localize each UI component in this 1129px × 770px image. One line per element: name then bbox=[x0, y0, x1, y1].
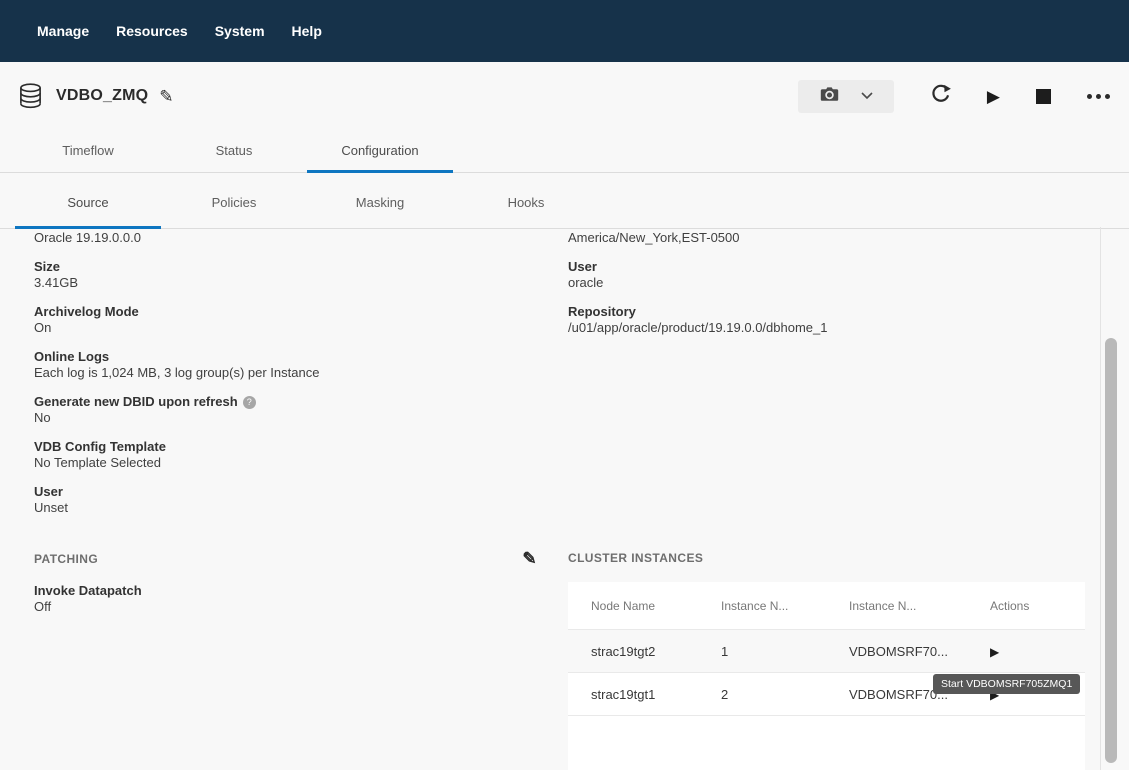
subtab-policies[interactable]: Policies bbox=[161, 173, 307, 228]
field-user-right: User oracle bbox=[568, 259, 1088, 291]
play-icon: ▶ bbox=[987, 88, 1000, 105]
field-generate-new-dbid: Generate new DBID upon refresh? No bbox=[34, 394, 534, 426]
field-label: User bbox=[568, 259, 1088, 275]
field-label: Online Logs bbox=[34, 349, 534, 365]
table-row: strac19tgt2 1 VDBOMSRF70... ▶ bbox=[568, 630, 1085, 673]
camera-icon bbox=[819, 85, 840, 107]
source-right-column: America/New_York,EST-0500 User oracle Re… bbox=[568, 230, 1088, 349]
patching-edit-pencil-icon[interactable]: ✎ bbox=[522, 550, 537, 567]
column-header-instance-number: Instance N... bbox=[721, 599, 849, 613]
cell-node-name: strac19tgt2 bbox=[568, 644, 721, 659]
header-actions: ▶ bbox=[798, 80, 1110, 113]
cell-node-name: strac19tgt1 bbox=[568, 687, 721, 702]
cell-instance-number: 2 bbox=[721, 687, 849, 702]
cell-instance-number: 1 bbox=[721, 644, 849, 659]
subtab-masking[interactable]: Masking bbox=[307, 173, 453, 228]
nav-item-manage[interactable]: Manage bbox=[37, 23, 89, 39]
refresh-button[interactable] bbox=[930, 84, 951, 108]
edit-title-pencil-icon[interactable]: ✎ bbox=[159, 88, 173, 105]
more-actions-button[interactable] bbox=[1087, 94, 1110, 99]
field-size: Size 3.41GB bbox=[34, 259, 534, 291]
top-nav-bar: Manage Resources System Help bbox=[0, 0, 1129, 62]
field-label: Invoke Datapatch bbox=[34, 583, 537, 599]
field-database-version: Oracle 19.19.0.0.0 bbox=[34, 230, 534, 246]
start-instance-button[interactable]: ▶ bbox=[990, 646, 999, 658]
patching-section-title: PATCHING bbox=[34, 551, 98, 567]
start-instance-tooltip: Start VDBOMSRF705ZMQ1 bbox=[933, 674, 1080, 694]
field-vdb-config-template: VDB Config Template No Template Selected bbox=[34, 439, 534, 471]
page-header: VDBO_ZMQ ✎ bbox=[0, 62, 1129, 130]
cluster-instances-section: CLUSTER INSTANCES Node Name Instance N..… bbox=[568, 550, 1085, 770]
field-user-left: User Unset bbox=[34, 484, 534, 516]
content-scrollbar-divider bbox=[1100, 227, 1101, 770]
field-label: Archivelog Mode bbox=[34, 304, 534, 320]
field-value: Each log is 1,024 MB, 3 log group(s) per… bbox=[34, 365, 534, 381]
field-value: America/New_York,EST-0500 bbox=[568, 230, 1088, 246]
field-invoke-datapatch: Invoke Datapatch Off bbox=[34, 583, 537, 615]
field-timezone: America/New_York,EST-0500 bbox=[568, 230, 1088, 246]
field-label: VDB Config Template bbox=[34, 439, 534, 455]
page-title: VDBO_ZMQ bbox=[56, 87, 148, 105]
stop-icon bbox=[1036, 89, 1051, 104]
vertical-scrollbar-thumb[interactable] bbox=[1105, 338, 1117, 763]
field-value: Unset bbox=[34, 500, 534, 516]
source-left-column: Oracle 19.19.0.0.0 Size 3.41GB Archivelo… bbox=[34, 230, 534, 529]
field-value: On bbox=[34, 320, 534, 336]
cluster-instances-title: CLUSTER INSTANCES bbox=[568, 550, 703, 566]
field-label: Size bbox=[34, 259, 534, 275]
main-tab-bar: Timeflow Status Configuration bbox=[0, 130, 1129, 173]
field-repository: Repository /u01/app/oracle/product/19.19… bbox=[568, 304, 1088, 336]
field-label: User bbox=[34, 484, 534, 500]
field-label: Generate new DBID upon refresh? bbox=[34, 394, 534, 410]
ellipsis-icon bbox=[1087, 94, 1092, 99]
field-online-logs: Online Logs Each log is 1,024 MB, 3 log … bbox=[34, 349, 534, 381]
nav-item-help[interactable]: Help bbox=[292, 23, 322, 39]
play-icon: ▶ bbox=[990, 645, 999, 659]
source-config-panel: Oracle 19.19.0.0.0 Size 3.41GB Archivelo… bbox=[0, 227, 1129, 770]
field-value: 3.41GB bbox=[34, 275, 534, 291]
stop-vdb-button[interactable] bbox=[1036, 89, 1051, 104]
field-value: /u01/app/oracle/product/19.19.0.0/dbhome… bbox=[568, 320, 1088, 336]
field-value: No bbox=[34, 410, 534, 426]
subtab-source[interactable]: Source bbox=[15, 173, 161, 228]
patching-section: PATCHING ✎ Invoke Datapatch Off bbox=[34, 550, 537, 628]
snapshot-button[interactable] bbox=[798, 80, 894, 113]
tab-configuration[interactable]: Configuration bbox=[307, 130, 453, 172]
start-vdb-button[interactable]: ▶ bbox=[987, 88, 1000, 105]
configuration-subtab-bar: Source Policies Masking Hooks bbox=[0, 173, 1129, 229]
field-value: No Template Selected bbox=[34, 455, 534, 471]
database-icon bbox=[18, 82, 43, 110]
subtab-hooks[interactable]: Hooks bbox=[453, 173, 599, 228]
column-header-instance-name: Instance N... bbox=[849, 599, 978, 613]
field-archivelog-mode: Archivelog Mode On bbox=[34, 304, 534, 336]
nav-item-system[interactable]: System bbox=[215, 23, 265, 39]
column-header-actions: Actions bbox=[978, 599, 1085, 613]
table-header-row: Node Name Instance N... Instance N... Ac… bbox=[568, 582, 1085, 630]
field-value: Oracle 19.19.0.0.0 bbox=[34, 230, 534, 246]
help-icon[interactable]: ? bbox=[243, 396, 256, 409]
field-label: Repository bbox=[568, 304, 1088, 320]
cell-instance-name: VDBOMSRF70... bbox=[849, 644, 978, 659]
refresh-icon bbox=[930, 84, 951, 108]
tab-timeflow[interactable]: Timeflow bbox=[15, 130, 161, 172]
field-value: Off bbox=[34, 599, 537, 615]
field-value: oracle bbox=[568, 275, 1088, 291]
chevron-down-icon bbox=[861, 87, 873, 105]
tab-status[interactable]: Status bbox=[161, 130, 307, 172]
column-header-node-name: Node Name bbox=[568, 599, 721, 613]
nav-item-resources[interactable]: Resources bbox=[116, 23, 188, 39]
